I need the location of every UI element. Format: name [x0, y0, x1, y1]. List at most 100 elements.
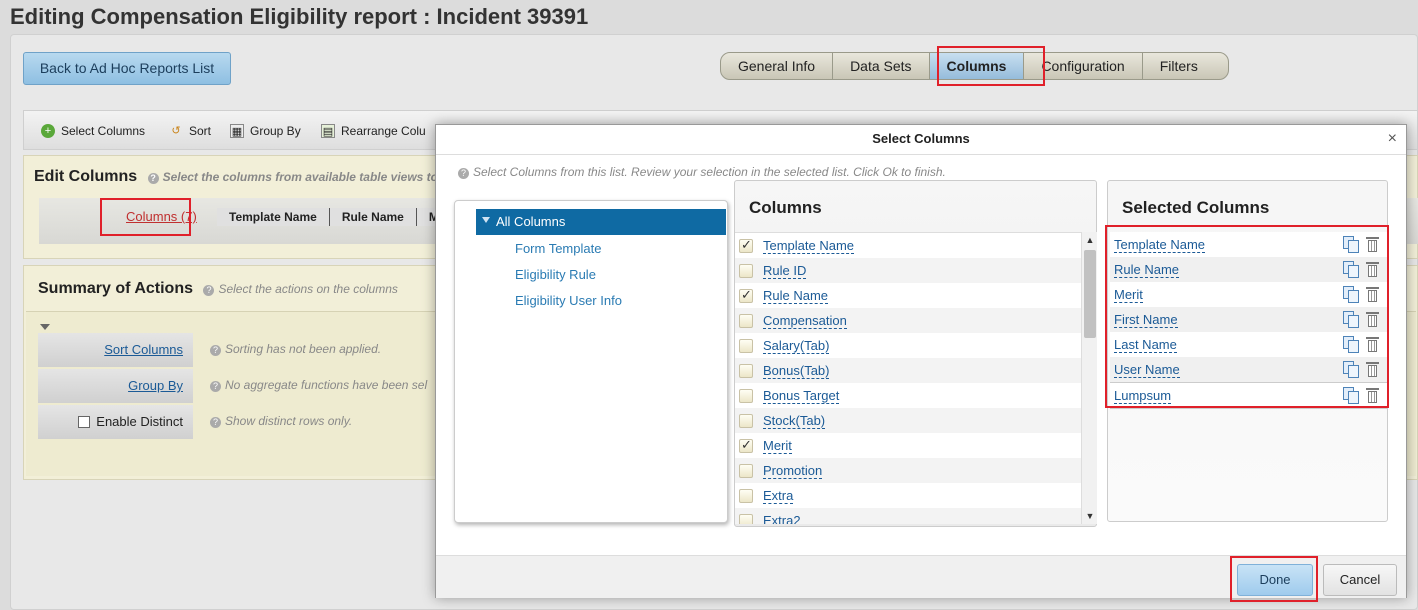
- column-checkbox[interactable]: [739, 263, 753, 278]
- available-columns-pane: Columns Template Name Rule ID Rule Name Com…: [734, 180, 1097, 527]
- tab-general-info[interactable]: General Info: [721, 53, 834, 79]
- cancel-button[interactable]: Cancel: [1323, 564, 1397, 596]
- columns-heading: Columns: [749, 198, 822, 217]
- column-option-label[interactable]: Bonus(Tab): [763, 363, 830, 379]
- column-option-label[interactable]: Extra2: [763, 513, 801, 525]
- sort-hint-text: Sorting has not been applied.: [225, 342, 382, 356]
- column-option: Bonus(Tab): [735, 358, 1081, 383]
- collapse-triangle-icon[interactable]: [40, 324, 50, 330]
- column-checkbox[interactable]: [739, 437, 753, 453]
- column-headers: Template Name Rule Name Mer: [217, 208, 464, 226]
- selected-columns-heading: Selected Columns: [1122, 198, 1270, 217]
- help-icon: ?: [210, 381, 221, 392]
- column-option-label[interactable]: Extra: [763, 488, 794, 504]
- dialog-hint: ? Select Columns from this list. Review y…: [458, 165, 946, 179]
- column-header[interactable]: Template Name: [217, 208, 330, 226]
- tree-item-eligibility-rule[interactable]: Eligibility Rule: [515, 267, 596, 282]
- dialog-title: Select Columns: [436, 125, 1406, 155]
- group-icon: ▦: [230, 124, 244, 138]
- column-option: Template Name: [735, 233, 1081, 258]
- edit-columns-heading: Edit Columns: [34, 168, 138, 185]
- column-option-label[interactable]: Merit: [763, 438, 792, 454]
- group-by-link[interactable]: Group By: [128, 378, 183, 393]
- available-columns-list: Template Name Rule ID Rule Name Compensatio…: [735, 232, 1081, 524]
- summary-title: Summary of Actions ? Select the actions o…: [38, 280, 398, 298]
- tree-item-eligibility-user-info[interactable]: Eligibility User Info: [515, 293, 622, 308]
- column-option-label[interactable]: Compensation: [763, 313, 847, 329]
- column-option: Rule Name: [735, 283, 1081, 308]
- group-hint: ? No aggregate functions have been sel: [210, 378, 427, 392]
- help-icon: ?: [203, 285, 215, 296]
- scroll-up-icon[interactable]: ▲: [1082, 232, 1098, 248]
- select-columns-button[interactable]: + Select Columns: [41, 124, 145, 138]
- tree-item-all-columns[interactable]: All Columns: [476, 209, 726, 235]
- column-option-label[interactable]: Rule Name: [763, 288, 829, 304]
- help-icon: ?: [458, 168, 469, 179]
- column-option-label[interactable]: Bonus Target: [763, 388, 840, 404]
- dialog-hint-text: Select Columns from this list. Review yo…: [473, 165, 946, 179]
- columns-tab-highlight: [937, 46, 1045, 86]
- sort-columns-label: Sort Columns: [38, 333, 193, 367]
- summary-heading: Summary of Actions: [38, 280, 193, 297]
- group-by-label: Group By: [38, 369, 193, 403]
- close-icon[interactable]: ×: [1388, 130, 1397, 148]
- table-tree: All Columns Form Template Eligibility Ru…: [454, 200, 728, 523]
- column-checkbox[interactable]: [739, 488, 753, 503]
- column-option-label[interactable]: Stock(Tab): [763, 413, 826, 429]
- column-checkbox[interactable]: [739, 363, 753, 378]
- edit-columns-hint-text: Select the columns from available table …: [162, 170, 455, 184]
- column-checkbox[interactable]: [739, 338, 753, 353]
- column-option: Compensation: [735, 308, 1081, 333]
- edit-columns-title: Edit Columns ? Select the columns from av…: [34, 168, 455, 186]
- column-option-label[interactable]: Rule ID: [763, 263, 807, 279]
- sort-icon: ↺: [171, 125, 181, 137]
- add-icon: +: [41, 124, 55, 138]
- column-checkbox[interactable]: [739, 388, 753, 403]
- column-option: Extra2: [735, 508, 1081, 524]
- rearrange-columns-button[interactable]: ▤ Rearrange Colu: [321, 124, 426, 138]
- column-checkbox[interactable]: [739, 287, 753, 303]
- selected-columns-highlight: [1105, 225, 1389, 408]
- column-option-label[interactable]: Salary(Tab): [763, 338, 830, 354]
- column-option: Salary(Tab): [735, 333, 1081, 358]
- sort-button[interactable]: ↺ Sort: [169, 124, 211, 138]
- column-header[interactable]: Rule Name: [329, 208, 417, 226]
- enable-distinct-text: Enable Distinct: [96, 414, 183, 429]
- page-title: Editing Compensation Eligibility report …: [10, 4, 589, 29]
- scroll-thumb[interactable]: [1084, 250, 1096, 338]
- scroll-down-icon[interactable]: ▼: [1082, 508, 1098, 524]
- help-icon: ?: [210, 345, 221, 356]
- done-button-highlight: [1230, 556, 1318, 602]
- column-option: Promotion: [735, 458, 1081, 483]
- tree-item-form-template[interactable]: Form Template: [515, 241, 601, 256]
- group-by-button[interactable]: ▦ Group By: [230, 124, 301, 138]
- help-icon: ?: [210, 417, 221, 428]
- column-option-label[interactable]: Template Name: [763, 238, 855, 254]
- tree-root-label: All Columns: [496, 214, 566, 229]
- tab-filters[interactable]: Filters: [1143, 53, 1228, 79]
- back-to-reports-button[interactable]: Back to Ad Hoc Reports List: [23, 52, 231, 85]
- summary-hint: ? Select the actions on the columns: [203, 282, 398, 296]
- column-checkbox[interactable]: [739, 313, 753, 328]
- column-checkbox[interactable]: [739, 413, 753, 428]
- enable-distinct-label: Enable Distinct: [38, 405, 193, 439]
- column-option: Merit: [735, 433, 1081, 458]
- columns-link-highlight: [100, 198, 191, 236]
- rearrange-label: Rearrange Colu: [341, 124, 426, 138]
- columns-scrollbar[interactable]: ▲ ▼: [1081, 232, 1097, 524]
- summary-hint-text: Select the actions on the columns: [218, 282, 398, 296]
- column-checkbox[interactable]: [739, 237, 753, 253]
- help-icon: ?: [147, 173, 159, 184]
- sort-label: Sort: [189, 124, 212, 138]
- column-option: Bonus Target: [735, 383, 1081, 408]
- edit-columns-hint: ? Select the columns from available table…: [147, 170, 455, 184]
- column-option-label[interactable]: Promotion: [763, 463, 823, 479]
- sort-hint: ? Sorting has not been applied.: [210, 342, 381, 356]
- column-checkbox[interactable]: [739, 513, 753, 524]
- distinct-hint-text: Show distinct rows only.: [225, 414, 353, 428]
- sort-columns-link[interactable]: Sort Columns: [104, 342, 183, 357]
- tab-data-sets[interactable]: Data Sets: [833, 53, 930, 79]
- enable-distinct-checkbox[interactable]: [78, 416, 91, 428]
- caret-down-icon[interactable]: [482, 217, 490, 223]
- column-checkbox[interactable]: [739, 463, 753, 478]
